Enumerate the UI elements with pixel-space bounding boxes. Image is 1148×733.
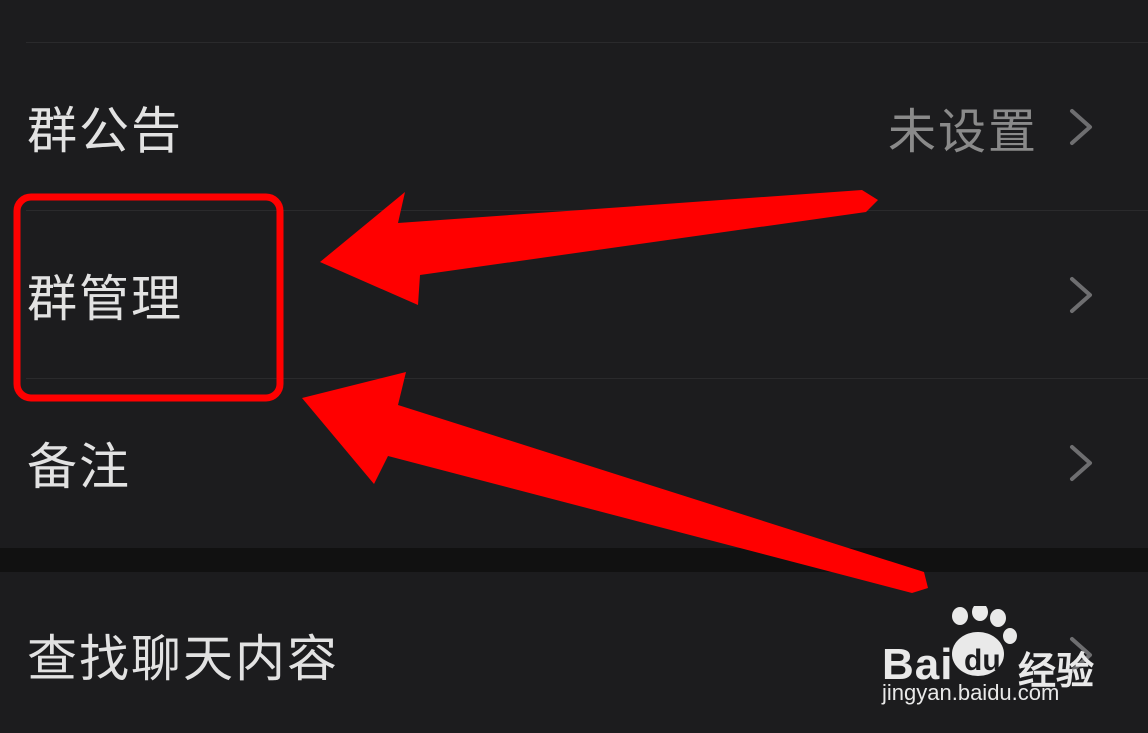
row-label-group-management: 群管理 (27, 270, 183, 328)
row-divider (26, 210, 1148, 211)
chevron-right-icon (1070, 445, 1092, 481)
row-group-announcement[interactable]: 群公告 未设置 (0, 44, 1148, 210)
row-remark[interactable]: 备注 (0, 380, 1148, 546)
baidu-jingyan-watermark: Bai du 经验 jingyan.baidu.com (872, 606, 1112, 716)
chevron-right-icon (1070, 277, 1092, 313)
watermark-url: jingyan.baidu.com (882, 680, 1060, 705)
row-label-search-chat-content: 查找聊天内容 (27, 630, 339, 688)
row-value-not-set: 未设置 (887, 104, 1038, 160)
row-divider (26, 42, 1148, 43)
settings-group: 群公告 未设置 群管理 备注 (0, 0, 1148, 548)
chevron-right-icon (1070, 109, 1092, 145)
row-label-remark: 备注 (27, 438, 131, 496)
watermark-logo-text: du (964, 644, 1001, 677)
row-label-group-announcement: 群公告 (27, 102, 183, 160)
row-group-management[interactable]: 群管理 (0, 212, 1148, 378)
row-divider (26, 378, 1148, 379)
group-settings-screen: 群公告 未设置 群管理 备注 查找聊天内容 Bai du 经验 jingyan.… (0, 0, 1148, 733)
